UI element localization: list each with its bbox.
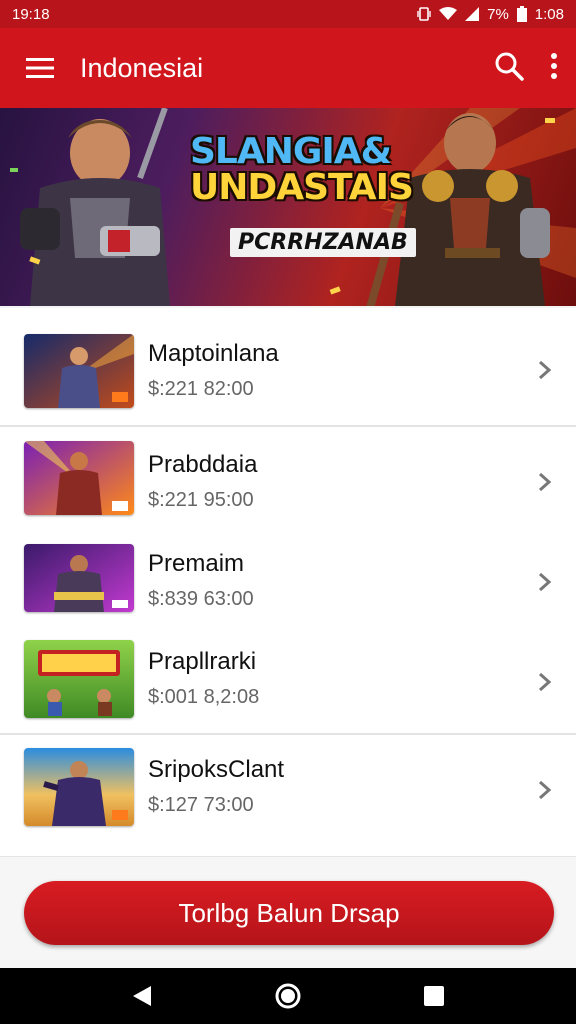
item-name: Prabddaia — [148, 451, 258, 478]
game-art-image — [24, 334, 134, 408]
search-icon — [495, 52, 524, 81]
item-price: $:127 73:00 — [148, 794, 254, 816]
item-price: $:221 95:00 — [148, 489, 254, 511]
banner-title-line1: SLANGIA& — [190, 131, 392, 172]
item-price: $:221 82:00 — [148, 378, 254, 400]
chevron-right-icon — [539, 780, 552, 800]
status-time-right: 1:08 — [534, 5, 564, 23]
chevron-right-icon — [539, 572, 552, 592]
chevron-right-icon — [539, 672, 552, 692]
item-name: Maptoinlana — [148, 340, 279, 367]
status-bar: 19:18 7% 1:08 — [0, 0, 576, 28]
item-thumbnail — [24, 334, 134, 408]
menu-button[interactable] — [0, 28, 80, 108]
list-item[interactable]: Maptoinlana $:221 82:00 — [0, 308, 576, 412]
app-title: Indonesiai — [80, 52, 204, 83]
list-divider — [0, 733, 576, 735]
home-icon[interactable] — [274, 982, 302, 1010]
banner-title-line2: UNDASTAIS — [190, 167, 414, 208]
status-indicators: 7% 1:08 — [417, 6, 564, 23]
banner-subtitle: PCRRHZANAB — [230, 228, 416, 257]
primary-action-button[interactable]: Torlbg Balun Drsap — [24, 881, 554, 945]
hamburger-menu-icon — [26, 58, 54, 78]
game-art-image — [24, 441, 134, 515]
cta-area: Torlbg Balun Drsap — [0, 856, 576, 968]
recents-icon[interactable] — [423, 985, 445, 1007]
item-price: $:839 63:00 — [148, 588, 254, 610]
game-art-image — [24, 748, 134, 826]
app-bar: Indonesiai — [0, 28, 576, 108]
product-list: Maptoinlana $:221 82:00 Prabddaia $:221 … — [0, 308, 576, 856]
item-thumbnail — [24, 544, 134, 612]
promo-banner[interactable]: SLANGIA& UNDASTAIS PCRRHZANAB — [0, 108, 576, 306]
item-name: SripoksClant — [148, 756, 285, 783]
back-icon[interactable] — [131, 984, 153, 1008]
overflow-menu-button[interactable] — [550, 52, 558, 84]
chevron-right-icon — [539, 360, 552, 380]
item-price: $:001 8,2:08 — [148, 686, 260, 708]
item-name: Premaim — [148, 550, 245, 577]
list-item[interactable]: Premaim $:839 63:00 — [0, 528, 576, 632]
vibrate-icon — [417, 7, 431, 21]
more-vert-icon — [551, 52, 557, 79]
list-item[interactable]: SripoksClant $:127 73:00 — [0, 738, 576, 842]
game-art-image — [24, 640, 134, 718]
chevron-right-icon — [539, 472, 552, 492]
wifi-icon — [439, 7, 458, 20]
status-time: 19:18 — [12, 5, 50, 23]
item-thumbnail — [24, 748, 134, 826]
battery-percent: 7% — [487, 5, 509, 23]
banner-title: SLANGIA& UNDASTAIS — [190, 131, 414, 208]
item-thumbnail — [24, 441, 134, 515]
search-button[interactable] — [494, 51, 524, 86]
item-thumbnail — [24, 640, 134, 718]
game-art-image — [24, 544, 134, 612]
list-item[interactable]: Prapllrarki $:001 8,2:08 — [0, 630, 576, 734]
list-item[interactable]: Prabddaia $:221 95:00 — [0, 414, 576, 518]
battery-icon — [516, 6, 527, 22]
item-name: Prapllrarki — [148, 648, 257, 675]
system-nav-bar — [0, 968, 576, 1024]
signal-icon — [465, 7, 480, 21]
